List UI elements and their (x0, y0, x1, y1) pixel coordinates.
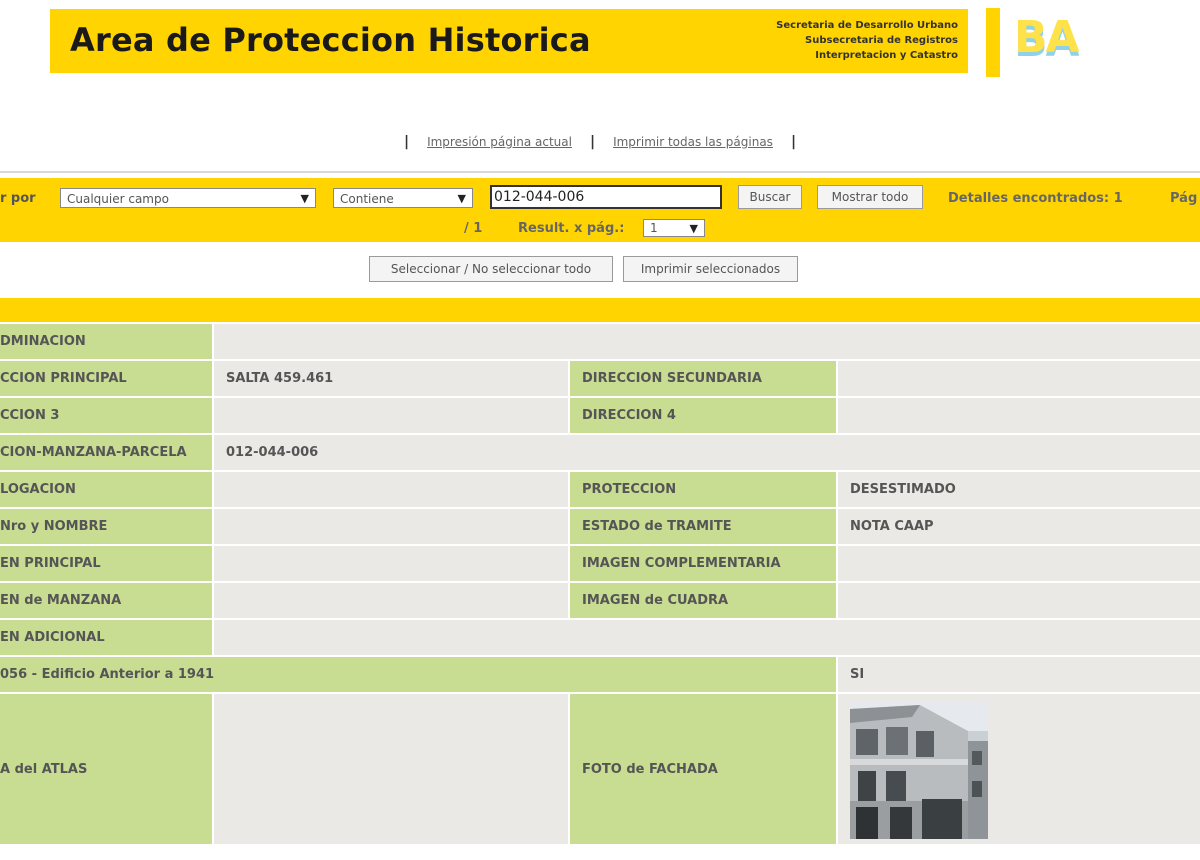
search-by-label: r por (0, 191, 36, 206)
seccion-manzana-parcela-value: 012-044-006 (214, 435, 1200, 470)
edificio-anterior-1941-value: SI (838, 657, 1200, 692)
catalogacion-value (214, 472, 568, 507)
ba-logo: BA (1014, 12, 1080, 63)
building-facade-image (850, 701, 988, 839)
direccion-3-value (214, 398, 568, 433)
org-line-3: Interpretacion y Catastro (815, 50, 958, 61)
catalogacion-label: LOGACION (0, 472, 212, 507)
search-toolbar: r por Cualquier campo ▼ Contiene ▼ 012-0… (0, 178, 1200, 242)
estado-tramite-label: ESTADO de TRAMITE (570, 509, 836, 544)
link-separator: | (403, 134, 410, 150)
imagen-manzana-value (214, 583, 568, 618)
link-separator: | (790, 134, 797, 150)
imagen-principal-label: EN PRINCIPAL (0, 546, 212, 581)
org-line-1: Secretaria de Desarrollo Urbano (776, 20, 958, 31)
atlas-value (214, 694, 568, 844)
select-all-toggle-button[interactable]: Seleccionar / No seleccionar todo (369, 256, 613, 282)
denominacion-value (214, 324, 1200, 359)
link-separator: | (589, 134, 596, 150)
imagen-complementaria-label: IMAGEN COMPLEMENTARIA (570, 546, 836, 581)
results-header-strip (0, 298, 1200, 322)
results-per-page-select[interactable]: 1 ▼ (643, 219, 705, 237)
operator-select-value: Contiene (340, 192, 394, 206)
logo-divider (986, 8, 1000, 77)
nro-nombre-label: Nro y NOMBRE (0, 509, 212, 544)
search-input[interactable]: 012-044-006 (490, 185, 722, 209)
print-all-pages-link[interactable]: Imprimir todas las páginas (613, 135, 773, 149)
chevron-down-icon: ▼ (300, 192, 309, 205)
imagen-complementaria-value (838, 546, 1200, 581)
org-line-2: Subsecretaria de Registros (805, 35, 958, 46)
proteccion-label: PROTECCION (570, 472, 836, 507)
field-select-value: Cualquier campo (67, 192, 169, 206)
print-current-page-link[interactable]: Impresión página actual (427, 135, 572, 149)
direccion-4-label: DIRECCION 4 (570, 398, 836, 433)
denominacion-label: DMINACION (0, 324, 212, 359)
direccion-3-label: CCION 3 (0, 398, 212, 433)
direccion-secundaria-label: DIRECCION SECUNDARIA (570, 361, 836, 396)
imagen-adicional-value (214, 620, 1200, 655)
imagen-cuadra-label: IMAGEN de CUADRA (570, 583, 836, 618)
results-per-page-value: 1 (650, 221, 658, 235)
edificio-anterior-1941-label: 056 - Edificio Anterior a 1941 (0, 657, 836, 692)
estado-tramite-value: NOTA CAAP (838, 509, 1200, 544)
organization-lines: Secretaria de Desarrollo Urbano Subsecre… (776, 18, 958, 63)
proteccion-value: DESESTIMADO (838, 472, 1200, 507)
imagen-adicional-label: EN ADICIONAL (0, 620, 212, 655)
chevron-down-icon: ▼ (689, 222, 698, 235)
field-select[interactable]: Cualquier campo ▼ (60, 188, 316, 208)
imagen-manzana-label: EN de MANZANA (0, 583, 212, 618)
chevron-down-icon: ▼ (457, 192, 466, 205)
page-total: / 1 (464, 221, 483, 236)
atlas-label: A del ATLAS (0, 694, 212, 844)
divider (0, 171, 1200, 173)
nro-nombre-value (214, 509, 568, 544)
imagen-cuadra-value (838, 583, 1200, 618)
print-selected-button[interactable]: Imprimir seleccionados (623, 256, 798, 282)
show-all-button[interactable]: Mostrar todo (817, 185, 923, 209)
results-found-text: Detalles encontrados: 1 (948, 191, 1123, 206)
print-links: | Impresión página actual | Imprimir todas … (0, 134, 1200, 150)
results-per-page-label: Result. x pág.: (518, 221, 625, 236)
direccion-secundaria-value (838, 361, 1200, 396)
foto-fachada-label: FOTO de FACHADA (570, 694, 836, 844)
search-button[interactable]: Buscar (738, 185, 802, 209)
direccion-principal-label: CCION PRINCIPAL (0, 361, 212, 396)
page-label: Pág (1170, 191, 1198, 206)
seccion-manzana-parcela-label: CION-MANZANA-PARCELA (0, 435, 212, 470)
direccion-4-value (838, 398, 1200, 433)
operator-select[interactable]: Contiene ▼ (333, 188, 473, 208)
header-banner: Area de Proteccion Historica Secretaria … (50, 9, 968, 73)
facade-photo[interactable] (850, 701, 988, 839)
direccion-principal-value: SALTA 459.461 (214, 361, 568, 396)
imagen-principal-value (214, 546, 568, 581)
page-title: Area de Proteccion Historica (70, 21, 591, 59)
